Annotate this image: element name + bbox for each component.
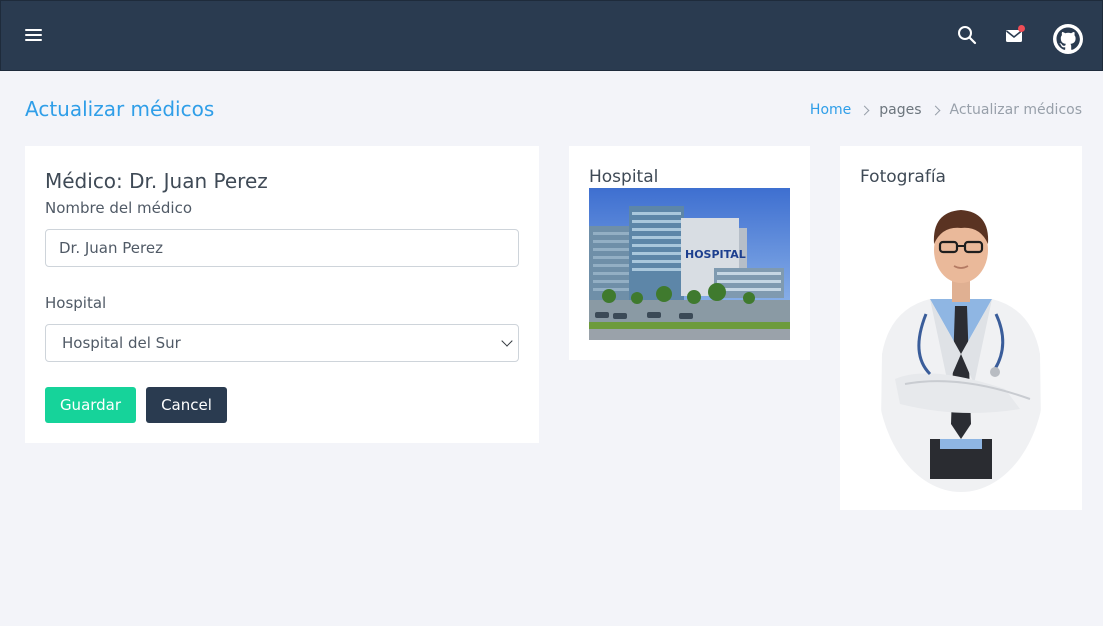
hospital-card-title: Hospital [589,167,659,187]
topbar [0,0,1103,71]
search-icon[interactable] [957,25,977,45]
github-icon[interactable] [1052,23,1084,55]
hospital-card: Hospital HOSPITAL [569,146,810,360]
photo-card-title: Fotografía [860,167,946,187]
breadcrumb: Home pages Actualizar médicos [810,102,1082,118]
photo-card: Fotografía [840,146,1082,510]
chevron-right-icon [859,105,870,115]
save-button[interactable]: Guardar [45,387,136,423]
hospital-image: HOSPITAL [589,188,790,340]
hospital-label: Hospital [45,294,107,312]
hospital-select-value: Hospital del Sur [62,334,181,352]
cancel-button[interactable]: Cancel [146,387,227,423]
chevron-right-icon [930,105,940,115]
chevron-down-icon [501,335,513,347]
hospital-select[interactable]: Hospital del Sur [45,324,519,362]
breadcrumb-current: Actualizar médicos [949,102,1082,118]
hamburger-icon[interactable] [25,28,43,44]
hospital-sign-text: HOSPITAL [685,248,746,261]
page-title: Actualizar médicos [25,97,215,121]
doctor-name-label: Nombre del médico [45,199,193,217]
breadcrumb-home[interactable]: Home [810,102,851,118]
doctor-name-input[interactable] [45,229,519,267]
notification-badge [1018,25,1025,32]
breadcrumb-pages: pages [879,102,922,118]
doctor-photo [880,210,1042,492]
doctor-form-card: Médico: Dr. Juan Perez Nombre del médico… [25,146,539,443]
form-title: Médico: Dr. Juan Perez [45,169,268,193]
